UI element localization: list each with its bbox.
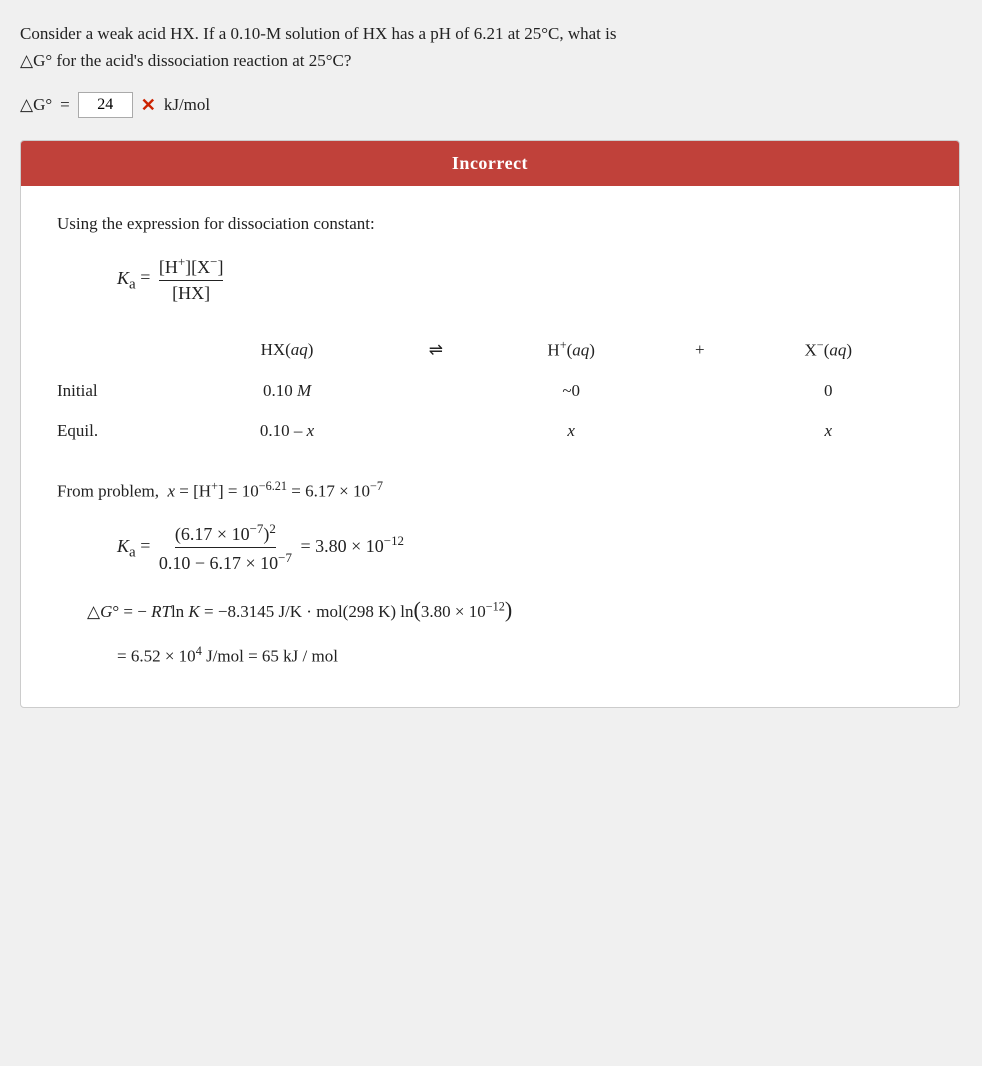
reaction-header-row: HX(aq) ⇌ H+(aq) + X−(aq) bbox=[57, 328, 923, 371]
result-line: = 6.52 × 104 J/mol = 65 kJ / mol bbox=[117, 644, 923, 667]
initial-arrow bbox=[395, 371, 476, 411]
arrow-header: ⇌ bbox=[395, 328, 476, 371]
ka-equals: = bbox=[140, 268, 155, 288]
ka-numerator: [H+][X−] bbox=[159, 254, 224, 281]
question-text: Consider a weak acid HX. If a 0.10-M sol… bbox=[20, 20, 920, 74]
empty-header bbox=[57, 328, 179, 371]
initial-label: Initial bbox=[57, 371, 179, 411]
question-line1: Consider a weak acid HX. If a 0.10-M sol… bbox=[20, 20, 920, 47]
initial-hp: ~0 bbox=[476, 371, 665, 411]
plus-header: + bbox=[666, 328, 734, 371]
equil-label: Equil. bbox=[57, 411, 179, 451]
ka-calc-numerator: (6.17 × 10−7)2 bbox=[175, 521, 276, 548]
ka-denominator: [HX] bbox=[172, 281, 210, 304]
equil-plus bbox=[666, 411, 734, 451]
ka-expression: Ka = [H+][X−] [HX] bbox=[117, 254, 923, 304]
initial-hx: 0.10 M bbox=[179, 371, 396, 411]
solution-body: Using the expression for dissociation co… bbox=[21, 186, 959, 707]
question-line2: △G° for the acid's dissociation reaction… bbox=[20, 47, 920, 74]
delta-g-label: △G° bbox=[20, 95, 52, 115]
ka-fraction: [H+][X−] [HX] bbox=[159, 254, 224, 304]
table-row-equil: Equil. 0.10 – x x x bbox=[57, 411, 923, 451]
initial-plus bbox=[666, 371, 734, 411]
answer-input[interactable] bbox=[78, 92, 133, 118]
equil-arrow bbox=[395, 411, 476, 451]
equals-sign: = bbox=[60, 95, 70, 115]
initial-xm: 0 bbox=[734, 371, 923, 411]
xminus-header: X−(aq) bbox=[734, 328, 923, 371]
ka-label: Ka bbox=[117, 268, 136, 288]
delta-g-line: △G° = − RTln K = −8.3145 J/K · mol(298 K… bbox=[87, 588, 923, 632]
ka-calc-label: Ka bbox=[117, 536, 136, 556]
ka-calc-equals: = bbox=[140, 536, 155, 556]
reaction-table: HX(aq) ⇌ H+(aq) + X−(aq) Initial 0.10 M … bbox=[57, 328, 923, 451]
unit-label: kJ/mol bbox=[164, 95, 210, 115]
ka-calc-denominator: 0.10 − 6.17 × 10−7 bbox=[159, 548, 292, 574]
table-row-initial: Initial 0.10 M ~0 0 bbox=[57, 371, 923, 411]
equil-hp: x bbox=[476, 411, 665, 451]
solution-intro: Using the expression for dissociation co… bbox=[57, 214, 923, 234]
ka-calc-fraction: (6.17 × 10−7)2 0.10 − 6.17 × 10−7 bbox=[159, 521, 292, 574]
ka-calculation: Ka = (6.17 × 10−7)2 0.10 − 6.17 × 10−7 =… bbox=[117, 521, 923, 574]
ka-calc-result: = 3.80 × 10−12 bbox=[300, 536, 404, 556]
hplus-header: H+(aq) bbox=[476, 328, 665, 371]
solution-header: Incorrect bbox=[21, 141, 959, 186]
hx-header: HX(aq) bbox=[179, 328, 396, 371]
equil-xm: x bbox=[734, 411, 923, 451]
answer-row: △G° = ✕ kJ/mol bbox=[20, 92, 962, 118]
wrong-icon: ✕ bbox=[141, 95, 156, 116]
solution-box: Incorrect Using the expression for disso… bbox=[20, 140, 960, 708]
equil-hx: 0.10 – x bbox=[179, 411, 396, 451]
from-problem-line: From problem, x = [H+] = 10−6.21 = 6.17 … bbox=[57, 475, 923, 507]
